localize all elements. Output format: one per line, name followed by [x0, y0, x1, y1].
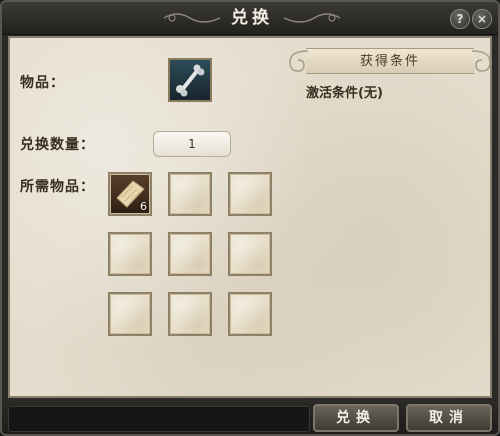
exchange-button[interactable]: 兑换	[313, 404, 399, 432]
required-items-label: 所需物品：	[20, 179, 95, 195]
condition-banner-text: 获得条件	[359, 54, 420, 69]
required-slot-9[interactable]	[228, 292, 272, 336]
required-slot-5[interactable]	[168, 232, 212, 276]
banner-scroll-right	[472, 50, 491, 72]
required-slot-6[interactable]	[228, 232, 272, 276]
required-slot-2[interactable]	[168, 172, 212, 216]
exchange-dialog: 兑换 ? × 物品： 兑换数量： 1 所需物品： 6 获得条件 激活条件(无) …	[0, 0, 500, 436]
quantity-label: 兑换数量：	[20, 137, 95, 153]
title-bar[interactable]: 兑换 ? ×	[2, 2, 498, 35]
content-panel: 物品： 兑换数量： 1 所需物品： 6 获得条件 激活条件(无)	[8, 36, 492, 398]
required-slot-7[interactable]	[108, 292, 152, 336]
required-slot-4[interactable]	[108, 232, 152, 276]
close-button[interactable]: ×	[472, 9, 492, 29]
help-button[interactable]: ?	[450, 9, 470, 29]
cancel-button[interactable]: 取消	[406, 404, 492, 432]
bottom-empty-field	[8, 406, 310, 432]
activation-condition: 激活条件(无)	[306, 86, 383, 101]
required-slot-8[interactable]	[168, 292, 212, 336]
title-ornament-right	[283, 13, 341, 23]
dialog-title: 兑换	[231, 8, 273, 28]
condition-banner: 获得条件	[289, 48, 491, 74]
bone-icon	[176, 64, 205, 97]
target-item-slot[interactable]	[168, 58, 212, 102]
bottom-bar: 兑换 取消	[2, 400, 498, 434]
required-slot-3[interactable]	[228, 172, 272, 216]
banner-scroll-left	[289, 50, 308, 72]
slot-count: 6	[140, 200, 147, 213]
item-label: 物品：	[20, 75, 65, 91]
required-slot-1[interactable]: 6	[108, 172, 152, 216]
quantity-input[interactable]: 1	[153, 131, 231, 157]
